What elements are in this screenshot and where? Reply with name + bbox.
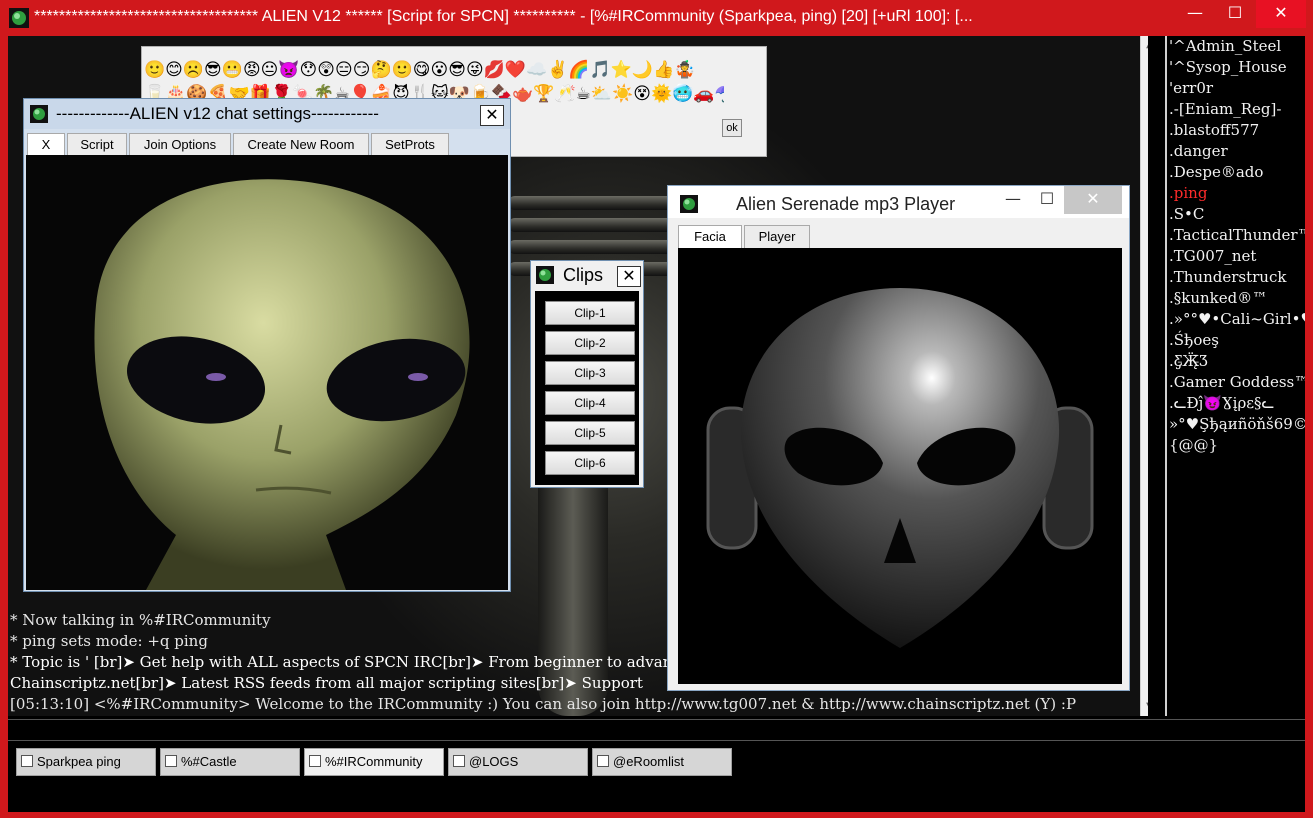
tab-script[interactable]: Script <box>67 133 127 155</box>
clips-title-bar[interactable]: Clips ✕ <box>531 261 643 289</box>
switchbar-label: %#IRCommunity <box>325 754 423 769</box>
nick-list[interactable]: '^Admin_Steel '^Sysop_House'err0r .-[Eniam… <box>1165 36 1305 716</box>
nick-item[interactable]: 'err0r <box>1167 78 1305 99</box>
settings-close-button[interactable]: ✕ <box>480 105 504 126</box>
nick-item[interactable]: »°♥Şђąиñöňš69© <box>1167 414 1305 435</box>
nick-item[interactable]: .§kunked®™ <box>1167 288 1305 309</box>
nick-item[interactable]: .Gamer Goddess™ <box>1167 372 1305 393</box>
chat-line: [05:13:10] <%#IRCommunity> Welcome to th… <box>10 695 1077 713</box>
switchbar-button[interactable]: @eRoomlist <box>592 748 732 776</box>
window-icon <box>597 755 609 767</box>
background-art-rib <box>508 240 678 254</box>
emoticon-ok-button[interactable]: ok <box>722 119 742 137</box>
alien-portrait-image <box>26 155 508 590</box>
minimize-button[interactable]: — <box>1175 0 1215 28</box>
clips-close-button[interactable]: ✕ <box>617 266 641 287</box>
nick-item[interactable]: .blastoff577 <box>1167 120 1305 141</box>
clips-title: Clips <box>563 265 604 285</box>
message-input[interactable] <box>8 719 1305 741</box>
background-art-rib <box>508 218 678 232</box>
chat-settings-dialog: -------------ALIEN v12 chat settings----… <box>23 98 511 592</box>
tab-create-new-room[interactable]: Create New Room <box>233 133 369 155</box>
window-title: ************************************ ALI… <box>34 8 973 25</box>
settings-pane <box>26 155 508 590</box>
clip-6-button[interactable]: Clip-6 <box>545 451 635 475</box>
switchbar-button[interactable]: @LOGS <box>448 748 588 776</box>
player-title-bar[interactable]: Alien Serenade mp3 Player — ☐ ✕ <box>668 186 1129 218</box>
switchbar: Sparkpea ping %#Castle %#IRCommunity @LOGS @… <box>8 744 1305 778</box>
alien-app-icon <box>536 266 554 284</box>
nick-item[interactable]: .ᓚĐĵ😈Ɣįρε§ᓚ <box>1167 393 1305 414</box>
switchbar-button[interactable]: %#IRCommunity <box>304 748 444 776</box>
alien-app-icon <box>680 195 698 213</box>
nick-item[interactable]: .»°°♥•Cali~Girl•♥° <box>1167 309 1305 330</box>
nick-item[interactable]: .ping <box>1167 183 1305 204</box>
switchbar-label: %#Castle <box>181 754 237 769</box>
nick-item[interactable]: .Ƹ̵̡Ӝ̵̨̄Ʒ <box>1167 351 1305 372</box>
alien-app-icon <box>9 8 29 28</box>
tab-facia[interactable]: Facia <box>678 225 742 248</box>
nick-item[interactable]: .S•C <box>1167 204 1305 225</box>
settings-title-bar[interactable]: -------------ALIEN v12 chat settings----… <box>24 99 510 129</box>
window-icon <box>309 755 321 767</box>
tab-join-options[interactable]: Join Options <box>129 133 231 155</box>
switchbar-label: Sparkpea ping <box>37 754 121 769</box>
clip-3-button[interactable]: Clip-3 <box>545 361 635 385</box>
emoticon-row[interactable]: 🙂😊☹️😎😬😡😐👿😯😲😑😏🤔🙂😋😮😎😜💋❤️☁️✌️🌈🎵⭐🌙👍🤹 <box>144 59 724 81</box>
player-maximize-button[interactable]: ☐ <box>1032 186 1062 214</box>
tab-x[interactable]: X <box>27 133 65 155</box>
clip-4-button[interactable]: Clip-4 <box>545 391 635 415</box>
settings-title: -------------ALIEN v12 chat settings----… <box>56 104 379 123</box>
clips-dialog: Clips ✕ Clip-1 Clip-2 Clip-3 Clip-4 Clip… <box>530 260 644 488</box>
clip-5-button[interactable]: Clip-5 <box>545 421 635 445</box>
nick-item[interactable]: .Thunderstruck <box>1167 267 1305 288</box>
nick-item[interactable]: .Śђoeş <box>1167 330 1305 351</box>
nick-item[interactable]: '^Sysop_House <box>1167 57 1305 78</box>
window-icon <box>21 755 33 767</box>
tab-setprots[interactable]: SetProts <box>371 133 449 155</box>
switchbar-label: @eRoomlist <box>613 754 684 769</box>
player-minimize-button[interactable]: — <box>998 186 1028 214</box>
close-button[interactable]: ✕ <box>1256 0 1306 28</box>
window-icon <box>165 755 177 767</box>
player-title: Alien Serenade mp3 Player <box>736 194 956 214</box>
switchbar-label: @LOGS <box>469 754 519 769</box>
nick-item[interactable]: .TacticalThunder™ <box>1167 225 1305 246</box>
scroll-up-icon[interactable]: ▲ <box>1141 36 1148 54</box>
mp3-player-window: Alien Serenade mp3 Player — ☐ ✕ Facia Pl… <box>667 185 1130 691</box>
window-icon <box>453 755 465 767</box>
player-pane <box>678 248 1122 684</box>
clip-1-button[interactable]: Clip-1 <box>545 301 635 325</box>
clips-list: Clip-1 Clip-2 Clip-3 Clip-4 Clip-5 Clip-… <box>535 291 639 485</box>
mirc-main-window: ************************************ ALI… <box>0 0 1313 818</box>
nick-item[interactable]: .TG007_net <box>1167 246 1305 267</box>
tab-player[interactable]: Player <box>744 225 810 248</box>
scroll-down-icon[interactable]: ▼ <box>1141 698 1148 716</box>
switchbar-button[interactable]: Sparkpea ping <box>16 748 156 776</box>
clip-2-button[interactable]: Clip-2 <box>545 331 635 355</box>
chat-scrollbar[interactable]: ▲ ▼ <box>1140 36 1148 716</box>
title-bar[interactable]: ************************************ ALI… <box>0 0 1313 36</box>
background-art-rib <box>508 196 678 210</box>
nick-item[interactable]: .danger <box>1167 141 1305 162</box>
nick-item[interactable]: .-[Eniam_Reg]- <box>1167 99 1305 120</box>
player-close-button[interactable]: ✕ <box>1064 186 1122 214</box>
alien-app-icon <box>30 105 48 123</box>
nick-item[interactable]: .Despe®ado <box>1167 162 1305 183</box>
maximize-button[interactable]: ☐ <box>1215 0 1255 28</box>
switchbar-button[interactable]: %#Castle <box>160 748 300 776</box>
nick-item[interactable]: {@@} <box>1167 435 1305 456</box>
nick-item[interactable]: '^Admin_Steel <box>1167 36 1305 57</box>
alien-headphones-logo <box>678 248 1122 684</box>
